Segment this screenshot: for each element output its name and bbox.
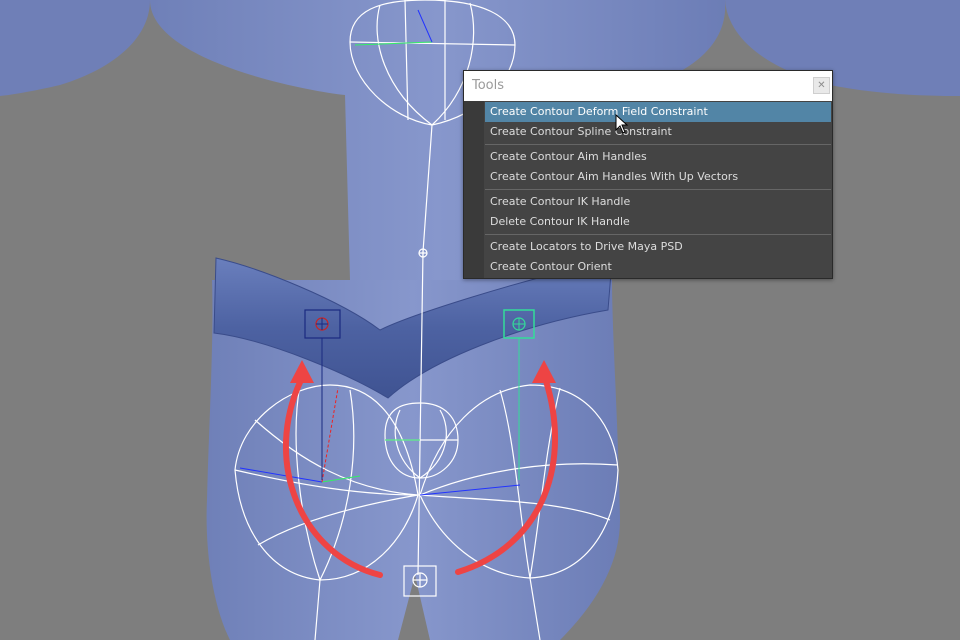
mouse-cursor-icon	[615, 114, 629, 134]
menu-item-delete-contour-ik-handle[interactable]: Delete Contour IK Handle	[485, 212, 831, 232]
menu-gutter	[464, 101, 484, 278]
menu-item-create-contour-orient[interactable]: Create Contour Orient	[485, 257, 831, 277]
tools-window[interactable]: Tools ✕ Create Contour Deform Field Cons…	[463, 70, 833, 279]
menu-item-create-locators-to-drive-maya-psd[interactable]: Create Locators to Drive Maya PSD	[485, 237, 831, 257]
menu-item-create-contour-aim-handles[interactable]: Create Contour Aim Handles	[485, 147, 831, 167]
menu-item-create-contour-ik-handle[interactable]: Create Contour IK Handle	[485, 192, 831, 212]
tools-window-title: Tools	[472, 78, 505, 93]
menu-separator	[485, 234, 831, 235]
tools-titlebar[interactable]: Tools ✕	[464, 71, 832, 101]
close-icon[interactable]: ✕	[813, 77, 830, 94]
menu-separator	[485, 144, 831, 145]
menu-item-create-contour-spline-constraint[interactable]: Create Contour Spline Constraint	[485, 122, 831, 142]
menu-item-create-contour-aim-handles-with-up-vectors[interactable]: Create Contour Aim Handles With Up Vecto…	[485, 167, 831, 187]
tools-menu: Create Contour Deform Field Constraint C…	[485, 102, 831, 277]
menu-separator	[485, 189, 831, 190]
menu-item-create-contour-deform-field-constraint[interactable]: Create Contour Deform Field Constraint	[485, 102, 831, 122]
